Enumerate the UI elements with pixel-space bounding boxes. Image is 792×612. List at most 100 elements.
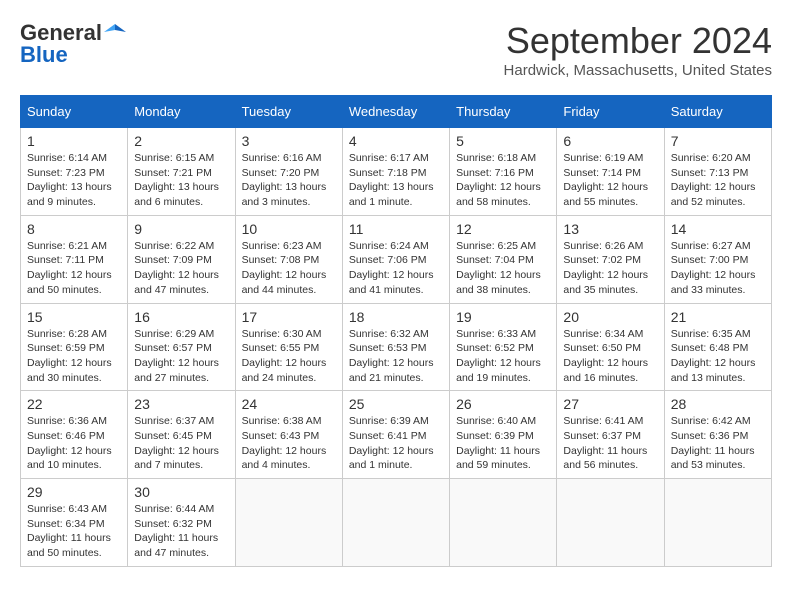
week-row-4: 22 Sunrise: 6:36 AM Sunset: 6:46 PM Dayl…	[21, 391, 772, 479]
day-info: Sunrise: 6:34 AM Sunset: 6:50 PM Dayligh…	[563, 327, 657, 386]
day-number: 14	[671, 221, 765, 237]
day-number: 20	[563, 309, 657, 325]
day-info: Sunrise: 6:33 AM Sunset: 6:52 PM Dayligh…	[456, 327, 550, 386]
day-number: 11	[349, 221, 443, 237]
day-info: Sunrise: 6:37 AM Sunset: 6:45 PM Dayligh…	[134, 414, 228, 473]
day-info: Sunrise: 6:21 AM Sunset: 7:11 PM Dayligh…	[27, 239, 121, 298]
logo-bird-icon	[104, 22, 126, 44]
day-info: Sunrise: 6:18 AM Sunset: 7:16 PM Dayligh…	[456, 151, 550, 210]
day-number: 1	[27, 133, 121, 149]
day-info: Sunrise: 6:23 AM Sunset: 7:08 PM Dayligh…	[242, 239, 336, 298]
calendar-cell: 14 Sunrise: 6:27 AM Sunset: 7:00 PM Dayl…	[664, 215, 771, 303]
day-number: 2	[134, 133, 228, 149]
week-row-2: 8 Sunrise: 6:21 AM Sunset: 7:11 PM Dayli…	[21, 215, 772, 303]
week-row-1: 1 Sunrise: 6:14 AM Sunset: 7:23 PM Dayli…	[21, 128, 772, 216]
calendar-cell: 21 Sunrise: 6:35 AM Sunset: 6:48 PM Dayl…	[664, 303, 771, 391]
day-number: 7	[671, 133, 765, 149]
day-info: Sunrise: 6:38 AM Sunset: 6:43 PM Dayligh…	[242, 414, 336, 473]
calendar-cell: 30 Sunrise: 6:44 AM Sunset: 6:32 PM Dayl…	[128, 479, 235, 567]
day-info: Sunrise: 6:22 AM Sunset: 7:09 PM Dayligh…	[134, 239, 228, 298]
calendar-cell: 18 Sunrise: 6:32 AM Sunset: 6:53 PM Dayl…	[342, 303, 449, 391]
week-row-5: 29 Sunrise: 6:43 AM Sunset: 6:34 PM Dayl…	[21, 479, 772, 567]
column-header-thursday: Thursday	[450, 96, 557, 128]
day-info: Sunrise: 6:17 AM Sunset: 7:18 PM Dayligh…	[349, 151, 443, 210]
day-info: Sunrise: 6:36 AM Sunset: 6:46 PM Dayligh…	[27, 414, 121, 473]
calendar-cell: 3 Sunrise: 6:16 AM Sunset: 7:20 PM Dayli…	[235, 128, 342, 216]
calendar-cell: 15 Sunrise: 6:28 AM Sunset: 6:59 PM Dayl…	[21, 303, 128, 391]
day-info: Sunrise: 6:43 AM Sunset: 6:34 PM Dayligh…	[27, 502, 121, 561]
day-info: Sunrise: 6:41 AM Sunset: 6:37 PM Dayligh…	[563, 414, 657, 473]
calendar-cell: 28 Sunrise: 6:42 AM Sunset: 6:36 PM Dayl…	[664, 391, 771, 479]
day-info: Sunrise: 6:32 AM Sunset: 6:53 PM Dayligh…	[349, 327, 443, 386]
month-title: September 2024	[504, 20, 772, 62]
calendar-cell: 20 Sunrise: 6:34 AM Sunset: 6:50 PM Dayl…	[557, 303, 664, 391]
day-info: Sunrise: 6:42 AM Sunset: 6:36 PM Dayligh…	[671, 414, 765, 473]
day-info: Sunrise: 6:25 AM Sunset: 7:04 PM Dayligh…	[456, 239, 550, 298]
day-number: 12	[456, 221, 550, 237]
calendar-cell	[557, 479, 664, 567]
calendar-cell	[450, 479, 557, 567]
day-number: 29	[27, 484, 121, 500]
day-info: Sunrise: 6:20 AM Sunset: 7:13 PM Dayligh…	[671, 151, 765, 210]
day-number: 5	[456, 133, 550, 149]
day-info: Sunrise: 6:30 AM Sunset: 6:55 PM Dayligh…	[242, 327, 336, 386]
day-info: Sunrise: 6:28 AM Sunset: 6:59 PM Dayligh…	[27, 327, 121, 386]
logo: General Blue	[20, 20, 126, 68]
calendar-cell	[342, 479, 449, 567]
day-number: 21	[671, 309, 765, 325]
day-info: Sunrise: 6:35 AM Sunset: 6:48 PM Dayligh…	[671, 327, 765, 386]
calendar-cell: 29 Sunrise: 6:43 AM Sunset: 6:34 PM Dayl…	[21, 479, 128, 567]
column-header-sunday: Sunday	[21, 96, 128, 128]
day-number: 19	[456, 309, 550, 325]
page-header: General Blue September 2024 Hardwick, Ma…	[20, 20, 772, 79]
day-info: Sunrise: 6:16 AM Sunset: 7:20 PM Dayligh…	[242, 151, 336, 210]
day-info: Sunrise: 6:44 AM Sunset: 6:32 PM Dayligh…	[134, 502, 228, 561]
calendar-cell: 22 Sunrise: 6:36 AM Sunset: 6:46 PM Dayl…	[21, 391, 128, 479]
day-info: Sunrise: 6:40 AM Sunset: 6:39 PM Dayligh…	[456, 414, 550, 473]
calendar-cell: 12 Sunrise: 6:25 AM Sunset: 7:04 PM Dayl…	[450, 215, 557, 303]
calendar-table: SundayMondayTuesdayWednesdayThursdayFrid…	[20, 95, 772, 567]
calendar-cell: 9 Sunrise: 6:22 AM Sunset: 7:09 PM Dayli…	[128, 215, 235, 303]
day-number: 26	[456, 396, 550, 412]
day-number: 17	[242, 309, 336, 325]
calendar-cell: 8 Sunrise: 6:21 AM Sunset: 7:11 PM Dayli…	[21, 215, 128, 303]
day-number: 24	[242, 396, 336, 412]
day-number: 15	[27, 309, 121, 325]
day-info: Sunrise: 6:19 AM Sunset: 7:14 PM Dayligh…	[563, 151, 657, 210]
column-header-saturday: Saturday	[664, 96, 771, 128]
calendar-cell: 19 Sunrise: 6:33 AM Sunset: 6:52 PM Dayl…	[450, 303, 557, 391]
calendar-cell: 13 Sunrise: 6:26 AM Sunset: 7:02 PM Dayl…	[557, 215, 664, 303]
day-number: 30	[134, 484, 228, 500]
day-number: 10	[242, 221, 336, 237]
day-number: 22	[27, 396, 121, 412]
day-number: 25	[349, 396, 443, 412]
calendar-cell	[235, 479, 342, 567]
day-number: 16	[134, 309, 228, 325]
calendar-cell: 4 Sunrise: 6:17 AM Sunset: 7:18 PM Dayli…	[342, 128, 449, 216]
day-info: Sunrise: 6:26 AM Sunset: 7:02 PM Dayligh…	[563, 239, 657, 298]
day-number: 3	[242, 133, 336, 149]
day-number: 27	[563, 396, 657, 412]
logo-blue-text: Blue	[20, 42, 68, 68]
calendar-cell: 10 Sunrise: 6:23 AM Sunset: 7:08 PM Dayl…	[235, 215, 342, 303]
calendar-cell: 17 Sunrise: 6:30 AM Sunset: 6:55 PM Dayl…	[235, 303, 342, 391]
calendar-cell: 7 Sunrise: 6:20 AM Sunset: 7:13 PM Dayli…	[664, 128, 771, 216]
week-row-3: 15 Sunrise: 6:28 AM Sunset: 6:59 PM Dayl…	[21, 303, 772, 391]
day-info: Sunrise: 6:15 AM Sunset: 7:21 PM Dayligh…	[134, 151, 228, 210]
calendar-header-row: SundayMondayTuesdayWednesdayThursdayFrid…	[21, 96, 772, 128]
day-number: 4	[349, 133, 443, 149]
day-number: 8	[27, 221, 121, 237]
day-info: Sunrise: 6:27 AM Sunset: 7:00 PM Dayligh…	[671, 239, 765, 298]
column-header-wednesday: Wednesday	[342, 96, 449, 128]
day-number: 28	[671, 396, 765, 412]
day-number: 13	[563, 221, 657, 237]
calendar-cell: 23 Sunrise: 6:37 AM Sunset: 6:45 PM Dayl…	[128, 391, 235, 479]
day-info: Sunrise: 6:29 AM Sunset: 6:57 PM Dayligh…	[134, 327, 228, 386]
column-header-friday: Friday	[557, 96, 664, 128]
day-info: Sunrise: 6:14 AM Sunset: 7:23 PM Dayligh…	[27, 151, 121, 210]
calendar-cell: 6 Sunrise: 6:19 AM Sunset: 7:14 PM Dayli…	[557, 128, 664, 216]
day-number: 18	[349, 309, 443, 325]
day-info: Sunrise: 6:39 AM Sunset: 6:41 PM Dayligh…	[349, 414, 443, 473]
title-section: September 2024 Hardwick, Massachusetts, …	[504, 20, 772, 79]
calendar-cell: 1 Sunrise: 6:14 AM Sunset: 7:23 PM Dayli…	[21, 128, 128, 216]
